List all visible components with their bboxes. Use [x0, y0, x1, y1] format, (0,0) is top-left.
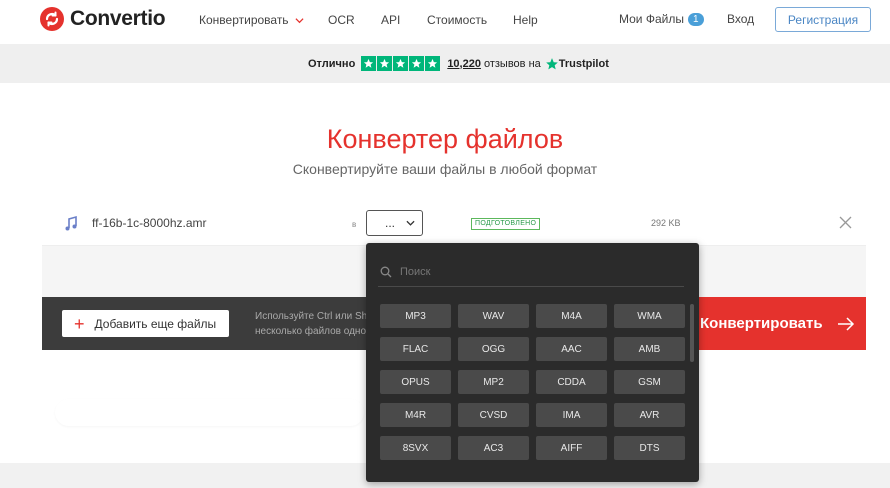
format-option[interactable]: GSM	[614, 370, 685, 394]
add-more-files-button[interactable]: + Добавить еще файлы	[62, 310, 229, 337]
star-icon	[377, 56, 393, 71]
placeholder-pill	[55, 399, 364, 426]
format-search	[378, 257, 684, 287]
brand-logo[interactable]: Convertio	[40, 7, 166, 31]
format-option[interactable]: FLAC	[380, 337, 451, 361]
format-select-value: ...	[385, 216, 396, 230]
review-text: отзывов на	[483, 57, 541, 70]
format-option[interactable]: AMB	[614, 337, 685, 361]
top-header: Convertio Конвертировать OCR API Стоимос…	[0, 0, 890, 44]
nav-ocr[interactable]: OCR	[328, 13, 381, 27]
my-files-label: Мои Файлы	[619, 12, 684, 26]
page-title: Конвертер файлов	[326, 124, 564, 154]
format-option[interactable]: AIFF	[536, 436, 607, 460]
star-icon	[409, 56, 425, 71]
my-files-count-badge: 1	[687, 12, 704, 26]
star-icon	[361, 56, 377, 71]
add-more-files-label: Добавить еще файлы	[94, 316, 217, 331]
format-select[interactable]: ...	[366, 210, 423, 236]
login-link[interactable]: Вход	[727, 12, 754, 26]
signup-button[interactable]: Регистрация	[775, 7, 871, 32]
format-option[interactable]: OPUS	[380, 370, 451, 394]
trustpilot-widget[interactable]: Отлично 10,220 отзывов на Trustpilot	[308, 56, 609, 71]
format-option[interactable]: DTS	[614, 436, 685, 460]
hint-line-1: Используйте Ctrl или Sh	[255, 311, 368, 322]
my-files-link[interactable]: Мои Файлы 1	[619, 12, 704, 26]
convert-button[interactable]: Конвертировать	[698, 297, 866, 350]
placeholder-pill	[700, 403, 863, 427]
format-option[interactable]: AVR	[614, 403, 685, 427]
trustpilot-bar: Отлично 10,220 отзывов на Trustpilot	[0, 44, 890, 83]
close-icon[interactable]	[839, 216, 852, 229]
chevron-down-icon	[295, 17, 304, 23]
format-option[interactable]: MP3	[380, 304, 451, 328]
format-dropdown: MP3 WAV M4A WMA FLAC OGG AAC AMB OPUS MP…	[366, 243, 699, 482]
convertio-logo-icon	[40, 7, 64, 31]
format-option[interactable]: M4R	[380, 403, 451, 427]
format-option[interactable]: OGG	[458, 337, 529, 361]
format-grid: MP3 WAV M4A WMA FLAC OGG AAC AMB OPUS MP…	[380, 304, 685, 460]
dropdown-scrollbar[interactable]	[690, 304, 694, 362]
trust-rating-label: Отлично	[308, 57, 356, 70]
search-icon	[380, 266, 392, 277]
format-option[interactable]: CDDA	[536, 370, 607, 394]
file-name: ff-16b-1c-8000hz.amr	[92, 216, 207, 230]
format-option[interactable]: MP2	[458, 370, 529, 394]
brand-name: Convertio	[70, 7, 166, 30]
trustpilot-brand: Trustpilot	[558, 57, 609, 70]
format-option[interactable]: AAC	[536, 337, 607, 361]
star-icon	[393, 56, 409, 71]
file-size: 292 KB	[651, 218, 681, 228]
review-count: 10,220	[447, 57, 481, 70]
format-option[interactable]: CVSD	[458, 403, 529, 427]
multi-select-hint: Используйте Ctrl или Sh несколько файлов…	[255, 309, 375, 339]
format-option[interactable]: IMA	[536, 403, 607, 427]
chevron-down-icon	[406, 220, 415, 226]
format-option[interactable]: AC3	[458, 436, 529, 460]
page-subtitle: Сконвертируйте ваши файлы в любой формат	[292, 161, 598, 177]
nav-convert-label: Конвертировать	[199, 13, 289, 27]
convert-label: Конвертировать	[700, 315, 823, 332]
file-row: ff-16b-1c-8000hz.amr в ... ПОДГОТОВЛЕНО …	[42, 200, 866, 246]
plus-icon: +	[74, 313, 85, 334]
trustpilot-star-icon	[545, 57, 558, 69]
to-label: в	[352, 220, 357, 229]
format-search-input[interactable]	[400, 265, 660, 278]
star-icon	[425, 56, 441, 71]
nav-help[interactable]: Help	[513, 13, 538, 27]
trustpilot-logo: Trustpilot	[545, 57, 609, 71]
format-option[interactable]: 8SVX	[380, 436, 451, 460]
arrow-right-icon	[837, 316, 854, 331]
trustpilot-stars	[361, 56, 441, 71]
format-option[interactable]: WMA	[614, 304, 685, 328]
format-option[interactable]: M4A	[536, 304, 607, 328]
nav-pricing[interactable]: Стоимость	[427, 13, 513, 27]
hint-line-2: несколько файлов одно	[255, 326, 367, 337]
nav-api[interactable]: API	[381, 13, 427, 27]
nav-convert[interactable]: Конвертировать	[199, 13, 328, 27]
format-option[interactable]: WAV	[458, 304, 529, 328]
status-badge: ПОДГОТОВЛЕНО	[471, 218, 541, 230]
main-nav: Конвертировать OCR API Стоимость Help	[199, 13, 538, 27]
music-note-icon	[65, 215, 77, 231]
